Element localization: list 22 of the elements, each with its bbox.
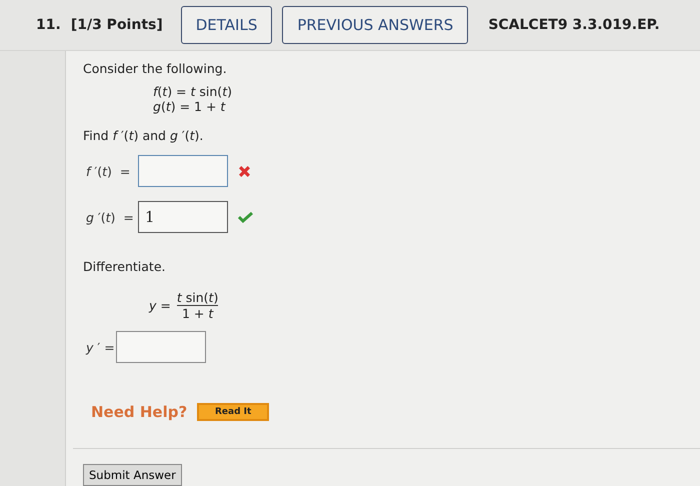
answer-label: y ′ =: [86, 340, 115, 354]
answer-label: f ′(t) =: [86, 164, 130, 178]
equation: f(t) = t sin(t): [153, 84, 233, 99]
answer-label: g ′(t) =: [86, 210, 134, 224]
prompt-text: Find f ′(t) and g ′(t).: [83, 128, 204, 143]
answer-field[interactable]: [138, 155, 228, 187]
problem-code: SCALCET9 3.3.019.EP.: [488, 17, 660, 33]
equation: g(t) = 1 + t: [153, 99, 227, 114]
fraction: t sin(t) 1 + t: [176, 290, 218, 321]
answer-value: 1: [145, 208, 155, 226]
answer-field[interactable]: 1: [138, 201, 228, 233]
equation-lhs: y =: [149, 298, 171, 313]
submit-answer-button[interactable]: Submit Answer: [83, 464, 182, 486]
question-number: 11.: [36, 17, 61, 33]
intro-text: Consider the following.: [83, 61, 228, 76]
read-it-button[interactable]: Read It: [197, 403, 270, 421]
need-help-label: Need Help?: [91, 403, 188, 421]
intro-text: Differentiate.: [83, 259, 166, 274]
header-button[interactable]: DETAILS: [180, 6, 272, 44]
answer-field[interactable]: [116, 331, 206, 363]
header-button[interactable]: PREVIOUS ANSWERS: [282, 6, 468, 44]
points-label: [1/3 Points]: [70, 17, 163, 33]
